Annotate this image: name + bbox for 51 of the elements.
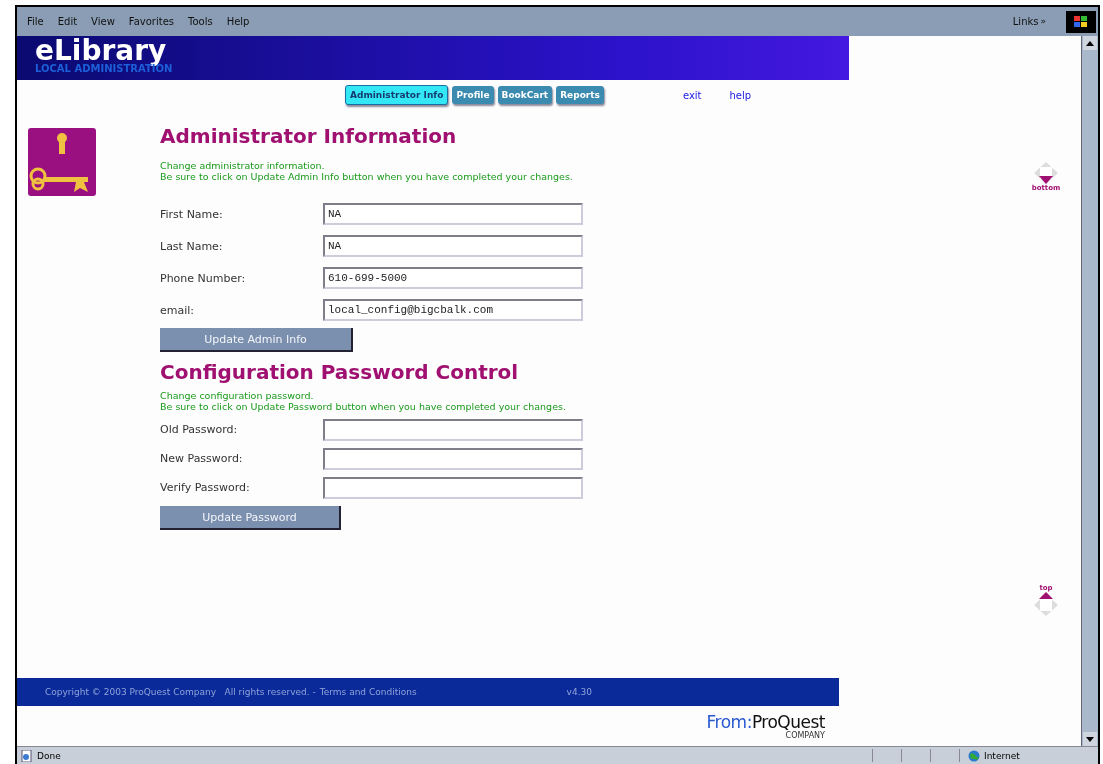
diamond-up-icon (1034, 592, 1058, 616)
field-label: email: (160, 303, 196, 317)
header-link[interactable]: exit (682, 89, 702, 101)
logo-prefix: From: (706, 712, 752, 732)
input-field[interactable]: local_config@bigcbalk.com (323, 299, 583, 321)
menu-item[interactable]: Help (226, 16, 250, 27)
section-heading: Administrator Information (160, 124, 458, 148)
status-text: Done (37, 750, 61, 761)
menu-item[interactable]: File (27, 16, 44, 27)
instruction-text: Be sure to click on Update Admin Info button when you have completed your changes. (160, 171, 574, 182)
version-text: v4.30 (566, 687, 592, 697)
input-field[interactable] (323, 447, 583, 470)
zone-text: Internet (984, 750, 1020, 761)
input-field[interactable]: 610-699-5000 (323, 267, 583, 289)
copyright-text: Copyright © 2003 ProQuest Company All rights reserved. - (45, 687, 316, 697)
tab[interactable]: Administrator Info (345, 85, 449, 105)
field-label: Phone Number: (160, 271, 247, 285)
header-link[interactable]: help (729, 89, 752, 101)
field-label: Old Password: (160, 423, 239, 436)
field-label: Last Name: (160, 239, 224, 253)
field-label: Verify Password: (160, 481, 251, 494)
input-field[interactable] (323, 476, 583, 499)
key-icon (28, 128, 96, 196)
links-label[interactable]: Links (1012, 16, 1039, 27)
instruction-text: Change administrator information. (160, 160, 326, 171)
scrollbar[interactable] (1081, 36, 1098, 746)
tab[interactable]: Profile (452, 86, 494, 104)
tab[interactable]: Reports (556, 86, 604, 104)
section-heading: Configuration Password Control (160, 360, 520, 384)
logo-tagline: COMPANY (785, 732, 825, 740)
logo-name: ProQuest (751, 712, 825, 732)
input-field[interactable]: NA (323, 235, 583, 257)
banner-title: eLibrary (35, 36, 167, 66)
menu-item[interactable]: Edit (57, 16, 78, 27)
instruction-text: Change configuration password. (160, 390, 315, 401)
tab[interactable]: BookCart (497, 86, 553, 104)
terms-link[interactable]: Terms and Conditions (319, 687, 417, 697)
field-label: First Name: (160, 207, 224, 221)
input-field[interactable]: NA (323, 203, 583, 225)
menu-item[interactable]: Tools (188, 16, 213, 27)
diamond-down-icon (1034, 162, 1058, 184)
globe-icon (968, 749, 980, 762)
input-field[interactable] (323, 418, 583, 441)
windows-flag-icon (1066, 10, 1096, 33)
menu-item[interactable]: Favorites (128, 16, 174, 27)
field-label: New Password: (160, 452, 244, 465)
menu-item[interactable]: View (91, 16, 115, 27)
banner-subtitle: LOCAL ADMINISTRATION (35, 64, 174, 74)
chevron-icon[interactable]: » (1040, 16, 1046, 26)
page-icon (21, 749, 33, 762)
instruction-text: Be sure to click on Update Password button when you have completed your changes. (160, 401, 567, 412)
